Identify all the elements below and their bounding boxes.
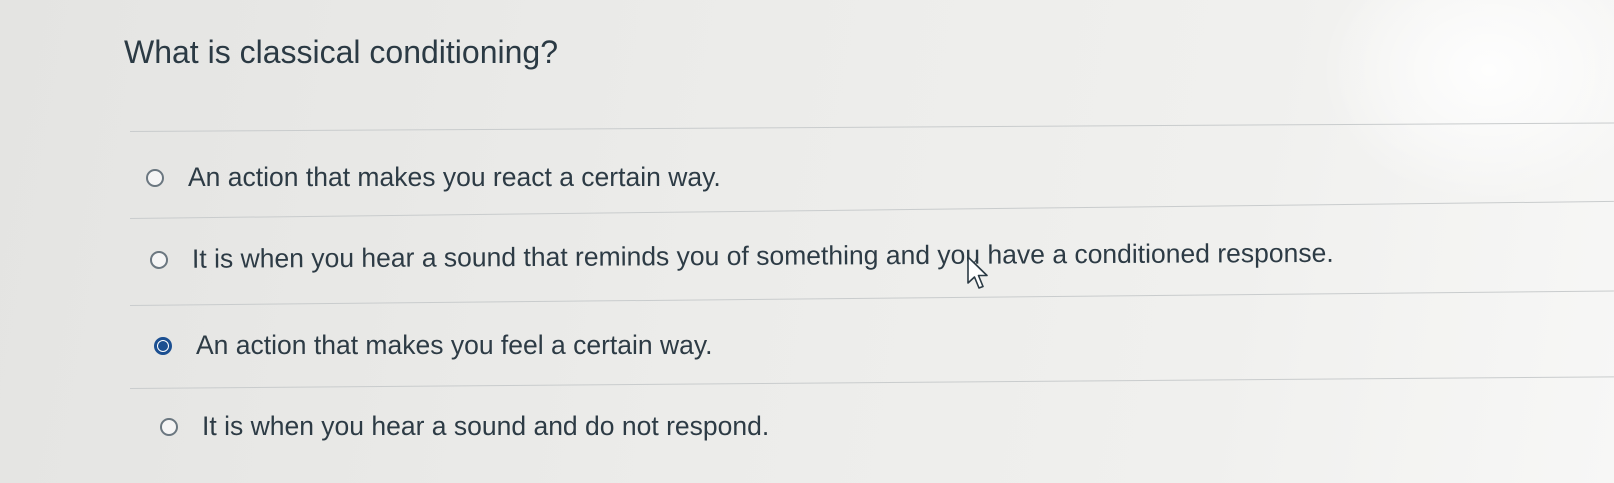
answer-label: An action that makes you feel a certain …: [196, 330, 713, 360]
radio-button[interactable]: [146, 168, 164, 187]
answer-option-1[interactable]: An action that makes you react a certain…: [146, 162, 721, 193]
divider: [129, 376, 1614, 389]
answer-label: It is when you hear a sound and do not r…: [202, 411, 770, 441]
question-text: What is classical conditioning?: [124, 34, 558, 70]
answer-option-2[interactable]: It is when you hear a sound that reminds…: [149, 237, 1334, 275]
radio-button[interactable]: [160, 417, 178, 436]
divider: [129, 122, 1614, 132]
quiz-question-card: What is classical conditioning? An actio…: [0, 0, 1614, 483]
answer-label: An action that makes you react a certain…: [188, 162, 721, 192]
radio-button[interactable]: [149, 250, 169, 269]
answer-option-4[interactable]: It is when you hear a sound and do not r…: [160, 411, 769, 442]
divider: [129, 290, 1614, 306]
answer-label: It is when you hear a sound that reminds…: [191, 237, 1334, 274]
answer-option-3[interactable]: An action that makes you feel a certain …: [154, 330, 713, 361]
divider: [129, 200, 1614, 219]
radio-button-selected[interactable]: [154, 336, 172, 355]
